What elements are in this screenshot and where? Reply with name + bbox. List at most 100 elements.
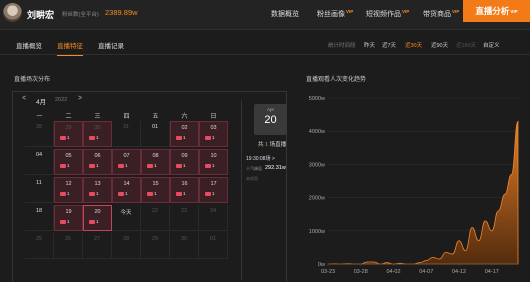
live-session-count: 1 bbox=[89, 135, 99, 140]
calendar-day[interactable]: 31 bbox=[112, 121, 141, 147]
calendar-day[interactable]: 06 1 bbox=[83, 149, 112, 175]
avatar[interactable] bbox=[3, 3, 22, 22]
calendar-day[interactable]: 28 bbox=[25, 121, 54, 147]
range-180d[interactable]: 近180天 bbox=[456, 41, 476, 49]
next-month-button[interactable]: > bbox=[78, 95, 82, 102]
calendar-day[interactable]: 23 bbox=[170, 205, 199, 231]
x-tick-label: 03-28 bbox=[354, 269, 368, 275]
user-name: 刘畊宏 bbox=[27, 10, 55, 20]
calendar-day[interactable]: 28 bbox=[112, 233, 141, 259]
calendar-day[interactable]: 30 1 bbox=[83, 121, 112, 147]
nav-products[interactable]: 带货商品VIP bbox=[423, 9, 459, 19]
data-point bbox=[445, 252, 447, 253]
views-trend-chart: 0w 1000w 2000w 3000w 4000w 5000w 03-23 03-28 04-… bbox=[309, 96, 519, 275]
live-icon bbox=[118, 191, 124, 196]
day-number: 27 bbox=[93, 236, 101, 242]
data-point bbox=[471, 227, 473, 228]
day-number: 28 bbox=[122, 236, 130, 242]
calendar-day[interactable]: 26 bbox=[54, 233, 83, 259]
live-calendar: < 4月 2022 > 一 二 三 四 五 六 日 28 29 1 30 1 31 01 02… bbox=[12, 91, 287, 282]
day-number: 18 bbox=[35, 208, 43, 214]
calendar-day[interactable]: 03 1 bbox=[199, 121, 228, 147]
live-count: 1 bbox=[125, 191, 128, 196]
calendar-day[interactable]: 14 1 bbox=[112, 177, 141, 203]
day-number: 16 bbox=[181, 181, 188, 187]
range-90d[interactable]: 近90天 bbox=[431, 41, 448, 49]
data-point bbox=[504, 193, 506, 195]
tab-live-records[interactable]: 直播记录 bbox=[98, 40, 124, 50]
data-point bbox=[425, 260, 427, 262]
tab-live-overview[interactable]: 直播概览 bbox=[16, 40, 42, 50]
range-30d[interactable]: 近30天 bbox=[405, 41, 422, 49]
calendar-day[interactable]: 20 1 bbox=[83, 205, 112, 231]
calendar-day[interactable]: 05 1 bbox=[54, 149, 83, 175]
calendar-day[interactable]: 07 1 bbox=[112, 149, 141, 175]
calendar-day[interactable]: 01 bbox=[141, 121, 170, 147]
calendar-day[interactable]: 29 bbox=[141, 233, 170, 259]
calendar-day[interactable]: 13 1 bbox=[83, 177, 112, 203]
calendar-day[interactable]: 16 1 bbox=[170, 177, 199, 203]
nav-live-analysis[interactable]: 直播分析 VIP bbox=[463, 0, 530, 22]
data-point bbox=[373, 261, 375, 263]
prev-month-button[interactable]: < bbox=[22, 95, 26, 102]
calendar-day[interactable]: 11 bbox=[25, 177, 54, 203]
day-number: 17 bbox=[210, 181, 217, 187]
calendar-day[interactable]: 25 bbox=[25, 233, 54, 259]
nav-data-overview[interactable]: 数据概览 bbox=[271, 9, 299, 19]
series-area bbox=[327, 120, 519, 265]
peak-popularity-value: 292.31w bbox=[265, 165, 286, 171]
data-point bbox=[511, 174, 512, 175]
calendar-day[interactable]: 10 1 bbox=[199, 149, 228, 175]
calendar-day[interactable]: 30 bbox=[170, 233, 199, 259]
calendar-day[interactable]: 19 1 bbox=[54, 205, 83, 231]
live-icon bbox=[118, 163, 124, 168]
y-tick-label: 5000w bbox=[309, 96, 325, 102]
calendar-day[interactable]: 17 1 bbox=[199, 177, 228, 203]
live-count: 1 bbox=[67, 135, 70, 140]
live-icon bbox=[205, 163, 211, 168]
range-label: 统计时间段 bbox=[328, 43, 356, 49]
calendar-day[interactable]: 08 1 bbox=[141, 149, 170, 175]
data-point bbox=[497, 210, 499, 212]
calendar-day[interactable]: 今天 bbox=[112, 205, 141, 231]
session-link[interactable]: 19:30:08场 > bbox=[246, 155, 275, 162]
live-session-count: 1 bbox=[89, 191, 99, 196]
range-custom[interactable]: 自定义 bbox=[483, 41, 500, 49]
calendar-year: 2022 bbox=[55, 96, 68, 103]
chart-title: 直播观看人次变化趋势 bbox=[306, 77, 367, 83]
calendar-day[interactable]: 24 bbox=[199, 205, 228, 231]
calendar-day[interactable]: 27 bbox=[83, 233, 112, 259]
calendar-day[interactable]: 04 bbox=[25, 149, 54, 175]
calendar-day[interactable]: 18 bbox=[25, 205, 54, 231]
calendar-day[interactable]: 09 1 bbox=[170, 149, 199, 175]
calendar-day[interactable]: 12 1 bbox=[54, 177, 83, 203]
day-number: 04 bbox=[35, 152, 43, 158]
x-tick-label: 03-23 bbox=[321, 269, 335, 275]
live-count: 1 bbox=[96, 163, 99, 168]
calendar-title: 直播场次分布 bbox=[14, 77, 51, 83]
live-session-count: 1 bbox=[60, 219, 70, 224]
weekday-row: 一 二 三 四 五 六 日 bbox=[25, 111, 233, 120]
calendar-day[interactable]: 22 bbox=[141, 205, 170, 231]
day-number: 30 bbox=[180, 236, 188, 242]
data-point bbox=[399, 262, 401, 264]
calendar-day[interactable]: 15 1 bbox=[141, 177, 170, 203]
calendar-day[interactable]: 29 1 bbox=[54, 121, 83, 147]
live-session-count: 1 bbox=[89, 163, 99, 168]
range-7d[interactable]: 近7天 bbox=[382, 41, 396, 49]
calendar-day[interactable]: 02 1 bbox=[170, 121, 199, 147]
nav-short-video[interactable]: 短视频作品VIP bbox=[366, 9, 409, 19]
day-number: 22 bbox=[151, 208, 159, 214]
nav-fan-portrait[interactable]: 粉丝画像VIP bbox=[317, 9, 353, 19]
y-tick-label: 4000w bbox=[309, 129, 325, 135]
live-session-count: 1 bbox=[176, 191, 186, 196]
live-count: 1 bbox=[67, 191, 70, 196]
day-number: 05 bbox=[65, 153, 72, 159]
live-session-count: 1 bbox=[60, 163, 70, 168]
live-icon bbox=[205, 135, 211, 140]
live-type: 未知型 bbox=[246, 176, 258, 181]
calendar-day[interactable]: 01 bbox=[199, 233, 228, 259]
live-count: 1 bbox=[96, 191, 99, 196]
tab-live-features[interactable]: 直播特征 bbox=[57, 40, 83, 56]
range-yesterday[interactable]: 昨天 bbox=[364, 41, 375, 49]
